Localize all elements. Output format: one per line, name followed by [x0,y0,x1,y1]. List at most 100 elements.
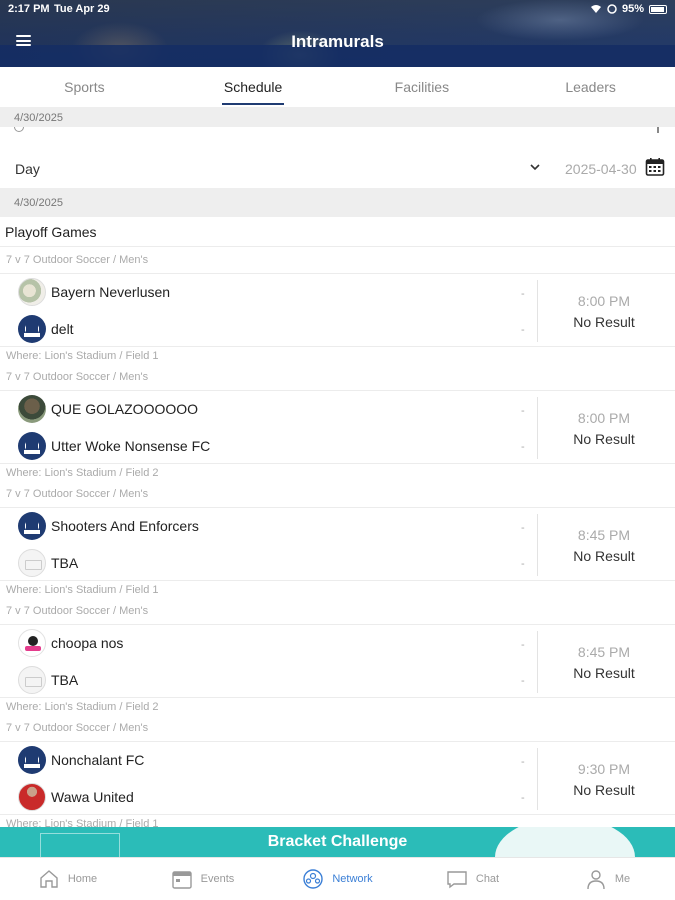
game-card[interactable]: QUE GOLAZOOOOOO - Utter Woke Nonsense FC… [0,390,675,464]
bottom-nav: Home Events Network Chat Me [0,857,675,900]
game-result: No Result [573,665,635,681]
tab-schedule[interactable]: Schedule [169,67,338,107]
app-header: 2:17 PM Tue Apr 29 95% Intramurals [0,0,675,67]
team-row[interactable]: Bayern Neverlusen [18,278,170,306]
group-title: Playoff Games [5,224,97,240]
team-row[interactable]: Shooters And Enforcers [18,512,199,540]
team-logo [18,783,46,811]
team-row[interactable]: delt [18,315,74,343]
game-time: 8:45 PM [577,644,631,660]
game-time: 8:00 PM [577,410,631,426]
nav-label: Network [332,873,373,885]
team-score: - [521,441,525,453]
team-row[interactable]: TBA [18,666,78,694]
status-time: 2:17 PM [8,3,50,15]
team-name: TBA [51,555,79,571]
date-field[interactable]: 2025-04-30 [565,161,637,177]
status-bar: 2:17 PM Tue Apr 29 95% [0,3,675,17]
game-location: Where: Lion's Stadium / Field 1 [6,584,159,596]
date-header-top: 4/30/2025 [0,107,675,127]
team-logo [18,395,46,423]
game-card[interactable]: Nonchalant FC - Wawa United - 9:30 PM No… [0,741,675,815]
nav-label: Me [614,873,631,885]
team-row[interactable]: QUE GOLAZOOOOOO [18,395,198,423]
team-score: - [521,639,525,651]
team-score: - [521,324,525,336]
bracket-challenge-banner[interactable]: Bracket Challenge [0,827,675,857]
team-name: Bayern Neverlusen [51,284,171,300]
game-time: 8:45 PM [577,527,631,543]
game-result: No Result [573,782,635,798]
game-location: Where: Lion's Stadium / Field 1 [6,350,159,362]
nav-label: Home [67,873,98,885]
team-score: - [521,288,525,300]
team-logo [18,549,46,577]
team-row[interactable]: Utter Woke Nonsense FC [18,432,210,460]
team-logo [18,278,46,306]
status-date: Tue Apr 29 [54,3,110,15]
chevron-down-icon[interactable] [530,162,540,172]
team-name: Wawa United [51,789,134,805]
game-location: Where: Lion's Stadium / Field 2 [6,701,159,713]
search-bar[interactable] [0,127,675,147]
game-result: No Result [573,314,635,330]
game-result: No Result [573,431,635,447]
battery-icon [649,4,667,14]
tab-sports[interactable]: Sports [0,67,169,107]
chat-icon [447,871,467,889]
team-name: Shooters And Enforcers [51,518,199,534]
battery-percent: 95% [621,3,644,15]
nav-network[interactable]: Network [270,858,405,900]
network-icon [303,869,324,889]
team-score: - [521,558,525,570]
team-score: - [521,792,525,804]
view-select[interactable]: Day [15,161,40,177]
wifi-icon [590,5,601,13]
page-title: Intramurals [291,32,384,51]
search-icon [14,127,24,132]
sport-label: 7 v 7 Outdoor Soccer / Men's [6,371,149,383]
game-card[interactable]: Bayern Neverlusen - delt - 8:00 PM No Re… [0,273,675,347]
nav-label: Events [200,873,235,885]
team-score: - [521,675,525,687]
nav-me[interactable]: Me [540,858,675,900]
team-logo [18,432,46,460]
team-name: choopa nos [51,635,124,651]
game-card[interactable]: Shooters And Enforcers - TBA - 8:45 PM N… [0,507,675,581]
nav-home[interactable]: Home [0,858,135,900]
home-icon [40,870,58,888]
team-name: Utter Woke Nonsense FC [51,438,211,454]
team-name: TBA [51,672,79,688]
game-location: Where: Lion's Stadium / Field 2 [6,467,159,479]
calendar-icon[interactable] [645,157,665,177]
team-row[interactable]: Nonchalant FC [18,746,144,774]
team-score: - [521,756,525,768]
nav-events[interactable]: Events [135,858,270,900]
team-logo [18,746,46,774]
alarm-icon [607,4,617,14]
tab-bar: Sports Schedule Facilities Leaders [0,67,675,107]
filter-row: Day 2025-04-30 [0,150,675,187]
sport-label: 7 v 7 Outdoor Soccer / Men's [6,722,149,734]
game-result: No Result [573,548,635,564]
team-name: QUE GOLAZOOOOOO [51,401,199,417]
team-logo [18,666,46,694]
game-card[interactable]: choopa nos - TBA - 8:45 PM No Result [0,624,675,698]
team-row[interactable]: Wawa United [18,783,134,811]
game-time: 8:00 PM [577,293,631,309]
tab-leaders[interactable]: Leaders [506,67,675,107]
team-row[interactable]: TBA [18,549,78,577]
sport-label: 7 v 7 Outdoor Soccer / Men's [6,605,149,617]
team-logo [18,629,46,657]
team-logo [18,315,46,343]
team-name: Nonchalant FC [51,752,145,768]
sport-label: 7 v 7 Outdoor Soccer / Men's [6,488,149,500]
nav-chat[interactable]: Chat [405,858,540,900]
tab-facilities[interactable]: Facilities [338,67,507,107]
calendar-icon [171,871,192,889]
schedule-date-header: 4/30/2025 [0,188,675,217]
person-icon [587,870,605,890]
team-score: - [521,522,525,534]
game-time: 9:30 PM [577,761,631,777]
team-row[interactable]: choopa nos [18,629,123,657]
